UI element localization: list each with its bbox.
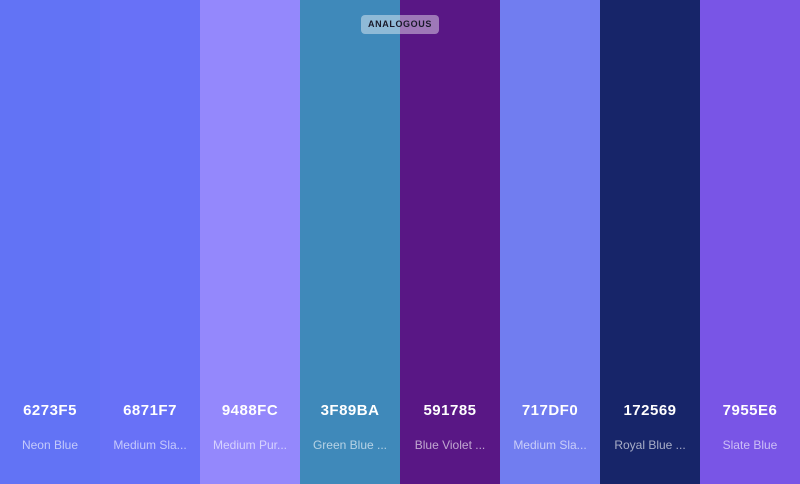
color-name: Medium Pur... [212, 438, 288, 452]
hex-code[interactable]: 6871F7 [100, 402, 200, 419]
hex-code[interactable]: 9488FC [200, 402, 300, 419]
hex-code[interactable]: 591785 [400, 402, 500, 419]
color-swatch-5[interactable]: 591785 Blue Violet ... [400, 0, 500, 484]
color-swatch-8[interactable]: 7955E6 Slate Blue [700, 0, 800, 484]
color-name: Royal Blue ... [614, 438, 686, 452]
hex-code[interactable]: 3F89BA [300, 402, 400, 419]
color-name: Green Blue ... [312, 438, 388, 452]
color-swatch-1[interactable]: 6273F5 Neon Blue [0, 0, 100, 484]
color-swatch-7[interactable]: 172569 Royal Blue ... [600, 0, 700, 484]
hex-code[interactable]: 717DF0 [500, 402, 600, 419]
color-palette: 6273F5 Neon Blue 6871F7 Medium Sla... 94… [0, 0, 800, 484]
color-swatch-6[interactable]: 717DF0 Medium Sla... [500, 0, 600, 484]
color-name: Medium Sla... [513, 438, 587, 452]
color-swatch-4[interactable]: 3F89BA Green Blue ... [300, 0, 400, 484]
color-swatch-3[interactable]: 9488FC Medium Pur... [200, 0, 300, 484]
color-swatch-2[interactable]: 6871F7 Medium Sla... [100, 0, 200, 484]
hex-code[interactable]: 6273F5 [0, 402, 100, 419]
palette-type-badge: ANALOGOUS [361, 15, 439, 34]
hex-code[interactable]: 7955E6 [700, 402, 800, 419]
color-name: Medium Sla... [113, 438, 187, 452]
hex-code[interactable]: 172569 [600, 402, 700, 419]
color-name: Slate Blue [722, 438, 778, 452]
color-name: Blue Violet ... [414, 438, 486, 452]
color-name: Neon Blue [21, 438, 79, 452]
